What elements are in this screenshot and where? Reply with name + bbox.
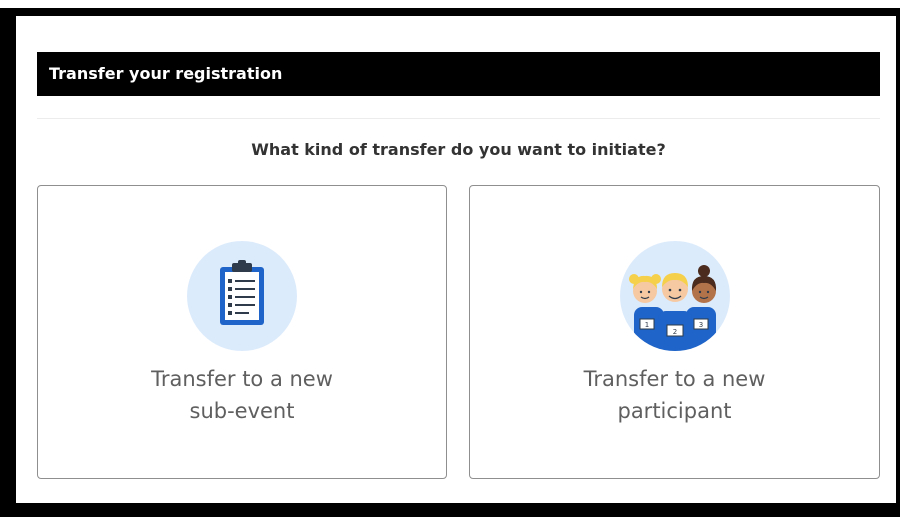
transfer-sub-event-label: Transfer to a new sub-event [38, 363, 446, 427]
transfer-panel: Transfer your registration What kind of … [16, 16, 896, 503]
label-line: Transfer to a new [583, 367, 766, 391]
transfer-sub-event-option[interactable]: Transfer to a new sub-event [37, 185, 447, 479]
runners-icon: 1 3 2 [619, 241, 730, 351]
label-line: participant [617, 399, 732, 423]
screenshot-frame: Transfer your registration What kind of … [0, 8, 900, 517]
transfer-participant-option[interactable]: 1 3 2 Transfer to a new participant [469, 185, 880, 479]
transfer-question: What kind of transfer do you want to ini… [251, 140, 666, 159]
label-line: Transfer to a new [151, 367, 333, 391]
svg-text:2: 2 [672, 328, 676, 336]
page-title: Transfer your registration [37, 52, 880, 96]
svg-text:3: 3 [698, 321, 702, 329]
transfer-participant-label: Transfer to a new participant [470, 363, 879, 427]
top-cropped-text [0, 0, 900, 8]
clipboard-icon [187, 241, 297, 351]
svg-text:1: 1 [644, 321, 648, 329]
label-line: sub-event [189, 399, 295, 423]
divider [37, 118, 880, 119]
